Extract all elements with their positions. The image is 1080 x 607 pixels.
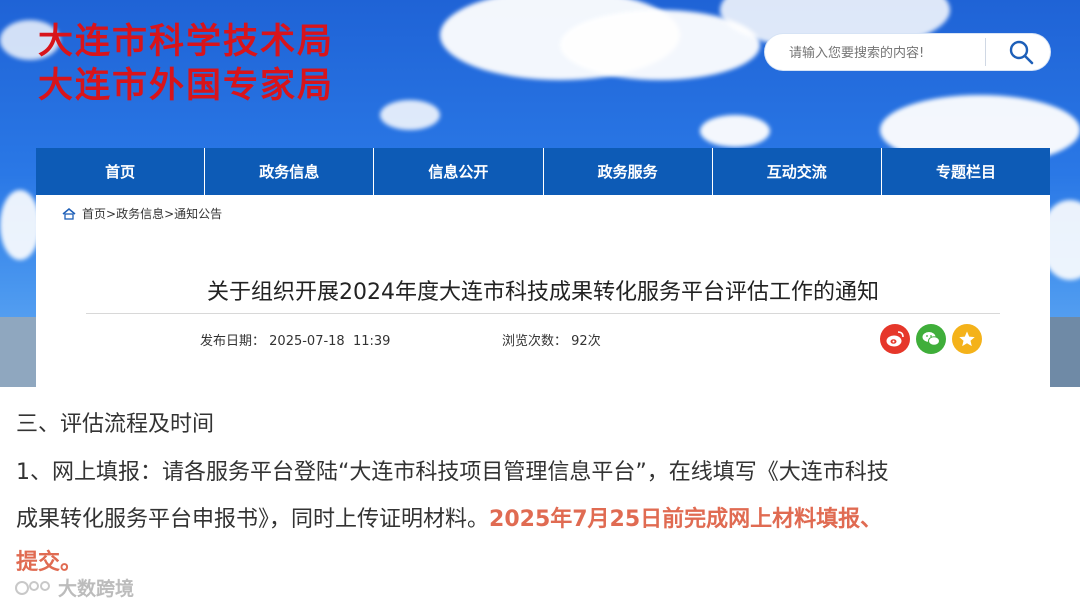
paragraph-line-2: 成果转化服务平台申报书》，同时上传证明材料。2025年7月25日前完成网上材料填… — [16, 503, 882, 537]
watermark: 大数跨境 — [14, 574, 134, 601]
section-heading: 三、评估流程及时间 — [16, 412, 215, 437]
breadcrumb-home[interactable]: 首页 — [82, 207, 106, 221]
wechat-icon — [922, 332, 940, 346]
view-count: 浏览次数： 92次 — [502, 330, 601, 349]
paragraph-text: 成果转化服务平台申报书》，同时上传证明材料。 — [16, 507, 490, 532]
nav-item-gov-info[interactable]: 政务信息 — [205, 148, 375, 195]
nav-item-home[interactable]: 首页 — [36, 148, 206, 195]
search-box — [765, 34, 1050, 70]
share-favorite-button[interactable] — [952, 324, 982, 354]
publish-date: 发布日期： 2025-07-18 11:39 — [200, 330, 390, 349]
deadline-highlight-end: 提交。 — [16, 550, 83, 575]
nav-item-special-topics[interactable]: 专题栏目 — [882, 148, 1050, 195]
home-icon — [62, 207, 76, 220]
nav-item-gov-service[interactable]: 政务服务 — [544, 148, 713, 195]
paragraph-line-1: 1、网上填报：请各服务平台登陆“大连市科技项目管理信息平台”，在线填写《大连市科… — [16, 460, 889, 485]
search-input[interactable] — [787, 42, 991, 64]
share-weibo-button[interactable] — [880, 324, 910, 354]
view-count-label: 浏览次数： — [502, 334, 568, 349]
title-divider — [86, 313, 1000, 314]
publish-date-value: 2025-07-18 11:39 — [269, 334, 391, 349]
breadcrumb-separator: > — [106, 207, 117, 221]
breadcrumb-separator: > — [164, 207, 175, 221]
publish-date-label: 发布日期： — [200, 334, 266, 349]
breadcrumb-notices[interactable]: 通知公告 — [174, 207, 222, 221]
search-divider — [985, 38, 986, 66]
article-title: 关于组织开展2024年度大连市科技成果转化服务平台评估工作的通知 — [207, 280, 879, 305]
nav-item-interaction[interactable]: 互动交流 — [713, 148, 882, 195]
share-wechat-button[interactable] — [916, 324, 946, 354]
watermark-text: 大数跨境 — [58, 578, 135, 600]
breadcrumb-gov-info[interactable]: 政务信息 — [116, 207, 164, 221]
view-count-value: 92次 — [571, 334, 601, 349]
search-button[interactable] — [991, 34, 1050, 70]
org-name-line1: 大连市科学技术局 — [38, 22, 335, 62]
org-name-line2: 大连市外国专家局 — [38, 66, 335, 106]
site-logo[interactable]: 大连市科学技术局 大连市外国专家局 — [38, 20, 334, 108]
favorite-icon — [959, 331, 975, 347]
breadcrumb: 首页>政务信息>通知公告 — [62, 205, 222, 222]
main-nav: 首页 政务信息 信息公开 政务服务 互动交流 专题栏目 — [36, 148, 1050, 195]
search-icon — [1009, 40, 1033, 65]
weibo-icon — [886, 331, 904, 347]
nav-item-info-disclosure[interactable]: 信息公开 — [374, 148, 544, 195]
deadline-highlight: 2025年7月25日前完成网上材料填报、 — [489, 507, 883, 532]
watermark-logo-icon — [15, 580, 50, 595]
